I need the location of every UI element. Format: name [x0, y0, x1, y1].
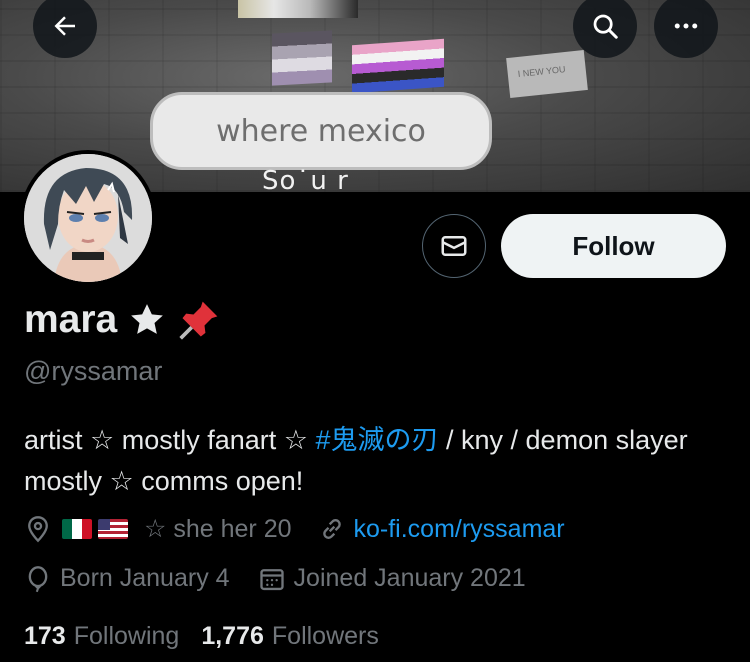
message-button[interactable]	[422, 214, 486, 278]
following-label: Following	[73, 622, 180, 650]
balloon-icon	[28, 565, 48, 592]
avatar[interactable]	[20, 150, 156, 286]
mexico-flag-icon	[62, 519, 92, 539]
follow-button[interactable]: Follow	[501, 214, 726, 278]
bio-hashtag-link[interactable]: #鬼滅の刃	[315, 425, 438, 455]
envelope-icon	[441, 236, 467, 256]
pushpin-icon	[179, 301, 218, 340]
avatar-image	[24, 154, 152, 282]
followers-count: 1,776	[201, 622, 264, 650]
profile-stats: 173 Following 1,776 Followers	[24, 622, 379, 651]
following-link[interactable]: 173 Following	[24, 622, 179, 651]
calendar-icon	[259, 568, 284, 590]
following-count: 173	[24, 622, 66, 650]
profile-meta-row-2: Born January 4 Joined January 2021	[24, 564, 526, 593]
pronouns-text: ☆ she her 20	[144, 515, 292, 543]
birthday-text: Born January 4	[60, 564, 230, 592]
website-link[interactable]: ko-fi.com/ryssamar	[354, 515, 565, 544]
bio-text-1: artist ☆ mostly fanart ☆	[24, 425, 316, 455]
profile-meta-row-1: ☆ she her 20 ko-fi.com/ryssamar	[24, 514, 565, 544]
banner-bubble-text: where mexico	[216, 113, 426, 149]
profile-handle: @ryssamar	[24, 356, 163, 386]
banner-flag-genderfluid	[352, 38, 444, 94]
banner-subtext: So˙u r	[262, 166, 349, 192]
banner-flag-top	[238, 0, 358, 18]
star-icon	[131, 304, 164, 334]
location-item: ☆ she her 20	[24, 514, 292, 544]
website-item[interactable]: ko-fi.com/ryssamar	[318, 515, 565, 544]
followers-label: Followers	[271, 622, 379, 650]
display-name: mara	[24, 298, 118, 341]
banner-speech-bubble: where mexico	[150, 92, 492, 170]
link-icon	[322, 519, 341, 539]
arrow-left-icon	[54, 16, 75, 36]
banner-flag-ace	[272, 30, 332, 86]
location-pin-icon	[28, 516, 48, 543]
profile-bio: artist ☆ mostly fanart ☆ #鬼滅の刃 / kny / d…	[24, 420, 724, 502]
followers-link[interactable]: 1,776 Followers	[201, 622, 379, 651]
birthday-item: Born January 4	[24, 564, 230, 593]
joined-item: Joined January 2021	[258, 564, 526, 593]
search-icon	[593, 14, 618, 39]
more-horizontal-icon	[674, 23, 698, 29]
banner-sign: I NEW YOU	[506, 50, 588, 98]
display-name-row: mara	[24, 298, 221, 342]
joined-text: Joined January 2021	[293, 564, 526, 592]
usa-flag-icon	[98, 519, 128, 539]
